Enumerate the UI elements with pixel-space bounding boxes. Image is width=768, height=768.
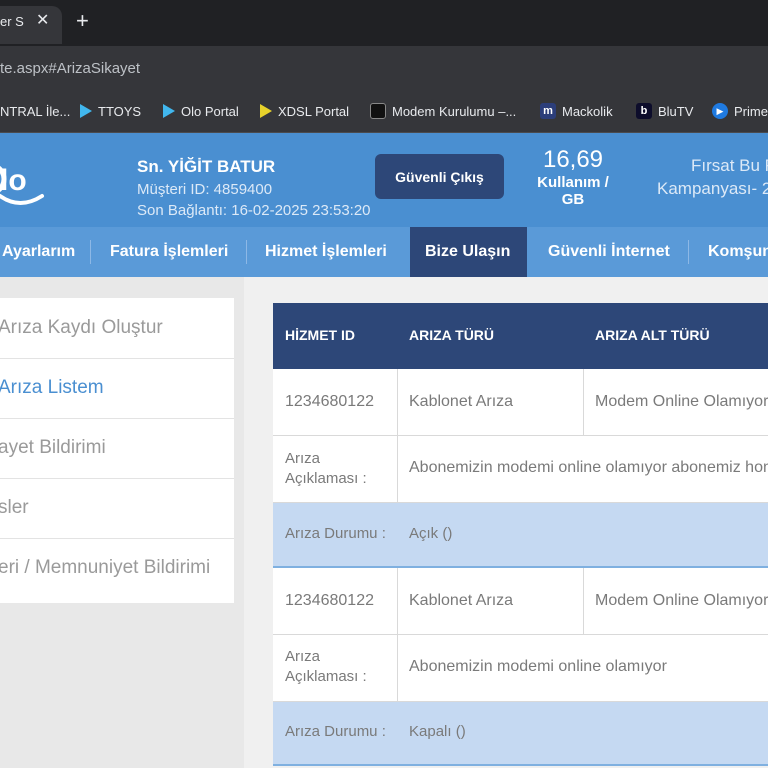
sidebar-item-memnuniyet[interactable]: eri / Memnuniyet Bildirimi xyxy=(0,539,234,598)
play-icon: ▶ xyxy=(712,103,728,119)
brand-logo[interactable]: lo xyxy=(0,148,52,215)
cell-divider xyxy=(397,635,398,701)
customer-id: Müşteri ID: 4859400 xyxy=(137,181,273,198)
fault-type-cell: Kablonet Arıza xyxy=(409,393,514,410)
bookmark-xdsl-portal[interactable]: XDSL Portal xyxy=(260,101,349,121)
promo-line-1[interactable]: Fırsat Bu F xyxy=(691,156,768,176)
bookmark-label: BluTV xyxy=(658,103,694,119)
user-name: Sn. YİĞİT BATUR xyxy=(137,157,276,176)
triangle-bookmark-icon xyxy=(260,104,272,118)
description-label-line1: Arıza xyxy=(285,450,321,467)
close-tab-icon[interactable]: ✕ xyxy=(36,10,49,30)
column-header-ariza-alt-turu: ARIZA ALT TÜRÜ xyxy=(595,327,710,343)
logout-button[interactable]: Güvenli Çıkış xyxy=(375,154,504,199)
nav-item-hizmet[interactable]: Hizmet İşlemleri xyxy=(265,227,387,277)
description-label-line2: Açıklaması : xyxy=(285,470,367,487)
nav-item-komsun[interactable]: Komşun xyxy=(708,227,768,277)
sidebar-item-label: eri / Memnuniyet Bildirimi xyxy=(0,557,211,578)
service-id-cell: 1234680122 xyxy=(285,592,374,609)
svg-text:lo: lo xyxy=(0,164,27,197)
fault-subtype-cell: Modem Online Olamıyor xyxy=(595,592,768,609)
bookmark-olo-portal[interactable]: Olo Portal xyxy=(163,101,239,121)
u-icon xyxy=(370,103,386,119)
cell-divider xyxy=(583,568,584,634)
bookmark-label: XDSL Portal xyxy=(278,103,350,119)
cell-divider xyxy=(397,436,398,502)
sidebar-item-label: sler xyxy=(0,497,29,518)
browser-tab-bar xyxy=(0,0,768,46)
b-icon: b xyxy=(636,103,652,119)
address-bar[interactable]: te.aspx#ArizaSikayet xyxy=(0,60,140,77)
bookmark-label: Modem Kurulumu –... xyxy=(392,103,517,119)
nav-divider xyxy=(90,240,91,264)
m-icon: m xyxy=(540,103,556,119)
nav-divider xyxy=(688,240,689,264)
browser-tab-title[interactable]: er S xyxy=(0,14,24,29)
triangle-bookmark-icon xyxy=(80,104,92,118)
new-tab-icon[interactable]: + xyxy=(76,8,89,34)
description-label-line2: Açıklaması : xyxy=(285,668,367,685)
nav-item-bize-ulasin[interactable]: Bize Ulaşın xyxy=(425,227,510,277)
sidebar-item-ariza-kaydi[interactable]: Arıza Kaydı Oluştur xyxy=(0,299,234,359)
bookmark-mackolik[interactable]: m Mackolik xyxy=(540,101,613,121)
description-label: Arıza Açıklaması : xyxy=(285,647,367,687)
service-id-cell: 1234680122 xyxy=(285,393,374,410)
bookmark-label: NTRAL İle... xyxy=(0,103,71,119)
bookmark-prime[interactable]: ▶ Prime xyxy=(712,101,768,121)
column-header-hizmet-id: HİZMET ID xyxy=(285,327,355,343)
description-label: Arıza Açıklaması : xyxy=(285,449,367,489)
description-label-line1: Arıza xyxy=(285,648,321,665)
bookmark-label: Olo Portal xyxy=(181,103,239,119)
triangle-bookmark-icon xyxy=(163,104,175,118)
last-connection: Son Bağlantı: 16-02-2025 23:53:20 xyxy=(137,202,371,219)
column-header-ariza-turu: ARIZA TÜRÜ xyxy=(409,327,495,343)
nav-item-ayarlarim[interactable]: Ayarlarım xyxy=(2,227,75,277)
cell-divider xyxy=(583,369,584,435)
nav-item-fatura[interactable]: Fatura İşlemleri xyxy=(110,227,228,277)
sidebar-item-label: Arıza Kaydı Oluştur xyxy=(0,317,163,338)
nav-divider xyxy=(246,240,247,264)
status-label: Arıza Durumu : xyxy=(285,723,386,740)
bookmark-ttoys[interactable]: TTOYS xyxy=(80,101,141,121)
fault-type-cell: Kablonet Arıza xyxy=(409,592,514,609)
cell-divider xyxy=(397,369,398,435)
bookmark-label: Mackolik xyxy=(562,103,613,119)
usage-value: 16,69 xyxy=(542,146,604,173)
status-value: Kapalı () xyxy=(409,723,466,740)
nav-item-guvenli-internet[interactable]: Güvenli İnternet xyxy=(548,227,670,277)
bookmark-blutv[interactable]: b BluTV xyxy=(636,101,693,121)
sidebar-item-sikayet[interactable]: ayet Bildirimi xyxy=(0,419,234,479)
sidebar-item-oneriler[interactable]: sler xyxy=(0,479,234,539)
bookmark-modem-kurulumu[interactable]: Modem Kurulumu –... xyxy=(370,101,516,121)
bookmark-label: TTOYS xyxy=(98,103,142,119)
promo-line-2[interactable]: Kampanyası- 2 xyxy=(657,179,768,199)
sidebar-item-label: Arıza Listem xyxy=(0,377,104,398)
description-cell: Abonemizin modemi online olamıyor abonem… xyxy=(409,459,768,476)
bookmark-ntral[interactable]: NTRAL İle... xyxy=(0,101,70,121)
cell-divider xyxy=(397,568,398,634)
status-label: Arıza Durumu : xyxy=(285,525,386,542)
fault-subtype-cell: Modem Online Olamıyor xyxy=(595,393,768,410)
usage-label: Kullanım / GB xyxy=(537,174,609,208)
status-value: Açık () xyxy=(409,525,453,542)
sidebar-item-ariza-listem[interactable]: Arıza Listem xyxy=(0,359,234,419)
description-cell: Abonemizin modemi online olamıyor xyxy=(409,658,667,675)
sidebar-item-label: ayet Bildirimi xyxy=(0,437,106,458)
bookmark-label: Prime xyxy=(734,103,768,119)
